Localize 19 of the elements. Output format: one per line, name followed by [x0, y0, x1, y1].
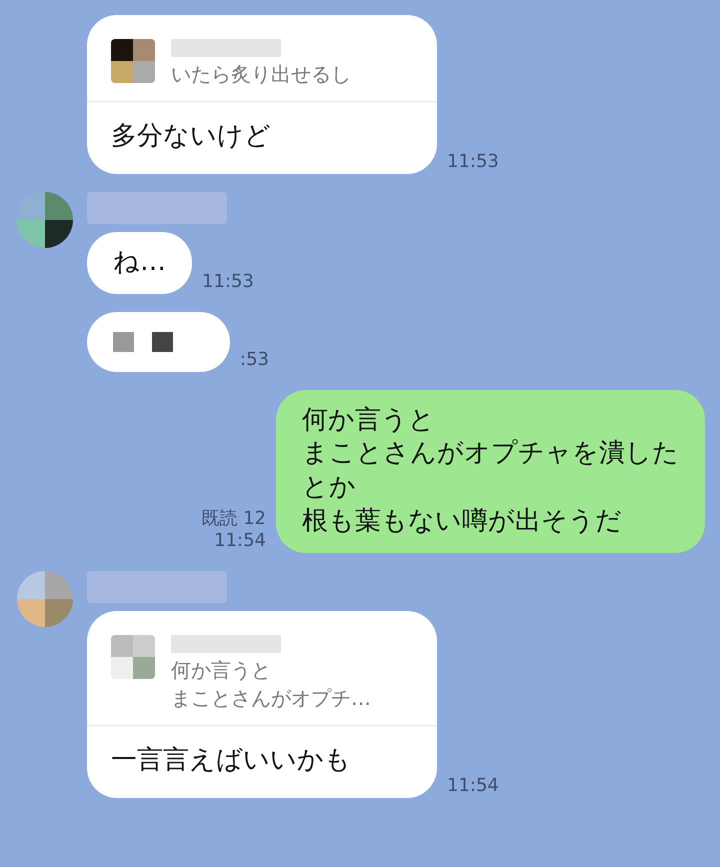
quoted-text: いたら炙り出せるし	[171, 61, 351, 87]
quoted-text: まことさんがオプチ…	[171, 684, 371, 711]
message-time: 11:53	[447, 151, 499, 174]
pixelated-thumbnail	[111, 39, 155, 83]
pixelated-thumbnail	[111, 634, 155, 679]
message-line: とか	[302, 471, 357, 504]
pixelated-text	[113, 332, 173, 352]
quoted-text: 何か言うと	[171, 656, 272, 683]
message-time: 11:53	[202, 271, 254, 294]
message-text: 多分ないけど	[110, 120, 272, 153]
message-time: 11:54	[213, 530, 266, 553]
message-time: 11:54	[447, 775, 499, 798]
message-line: 根も葉もない噂が出そうだ	[302, 504, 623, 538]
message-line: 何か言うと	[302, 404, 436, 437]
message-time: :53	[240, 349, 269, 372]
message-line: まことさんがオプチャを潰した	[302, 437, 679, 470]
read-receipt: 既読 12	[201, 508, 266, 530]
message-text: 一言言えばいいかも	[110, 744, 352, 777]
message-text: ね…	[113, 246, 166, 279]
